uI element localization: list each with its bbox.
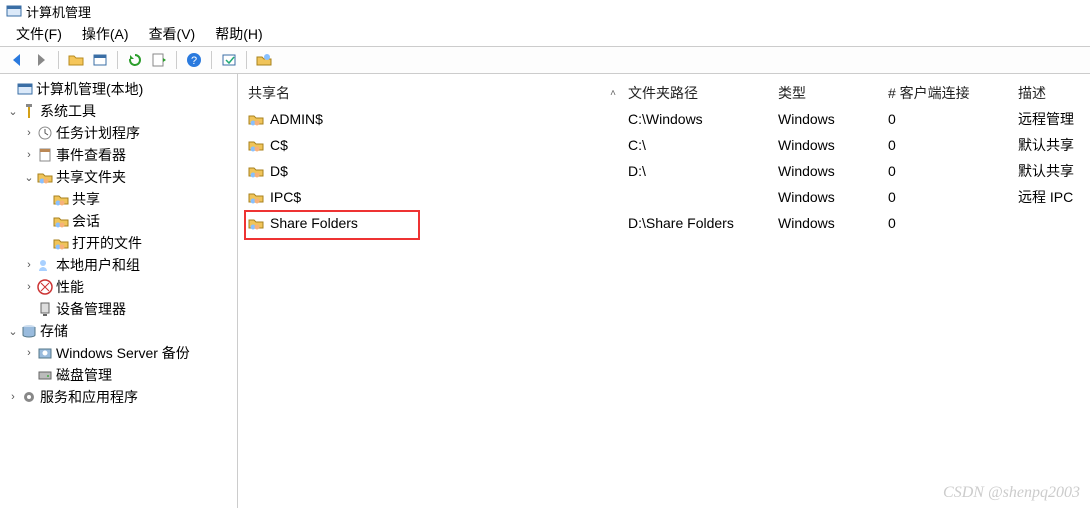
up-button[interactable] (65, 49, 87, 71)
tree-task-scheduler[interactable]: › 任务计划程序 (2, 122, 235, 144)
sessions-icon (52, 213, 70, 229)
new-window-button[interactable] (218, 49, 240, 71)
users-icon (36, 257, 54, 273)
tree-device-manager[interactable]: 设备管理器 (2, 298, 235, 320)
list-pane: 共享名˄ 文件夹路径 类型 # 客户端连接 描述 ADMIN$ C:\Windo… (238, 74, 1090, 508)
share-icon (248, 137, 266, 153)
event-icon (36, 147, 54, 163)
forward-button[interactable] (30, 49, 52, 71)
titlebar: 计算机管理 (0, 0, 1090, 22)
list-row[interactable]: D$ D:\ Windows 0 默认共享 (246, 158, 1082, 184)
tree-services-apps[interactable]: › 服务和应用程序 (2, 386, 235, 408)
properties-button[interactable] (89, 49, 111, 71)
share-icon (248, 189, 266, 205)
tools-icon (20, 103, 38, 119)
menu-view[interactable]: 查看(V) (139, 22, 206, 46)
tree-pane[interactable]: 计算机管理(本地) ⌄ 系统工具 › 任务计划程序 › 事件查看器 ⌄ 共享文件… (0, 74, 238, 508)
column-client-conn[interactable]: # 客户端连接 (886, 80, 1016, 106)
tree-shared-folders[interactable]: ⌄ 共享文件夹 (2, 166, 235, 188)
back-button[interactable] (6, 49, 28, 71)
shared-folders-icon (36, 169, 54, 185)
performance-icon (36, 279, 54, 295)
tree-local-users[interactable]: › 本地用户和组 (2, 254, 235, 276)
tree-ws-backup[interactable]: › Windows Server 备份 (2, 342, 235, 364)
menu-file[interactable]: 文件(F) (6, 22, 72, 46)
menu-help[interactable]: 帮助(H) (205, 22, 272, 46)
share-icon (248, 163, 266, 179)
expander-icon[interactable]: › (22, 281, 36, 293)
export-button[interactable] (148, 49, 170, 71)
column-share-name[interactable]: 共享名˄ (246, 80, 626, 106)
tree-root[interactable]: 计算机管理(本地) (2, 78, 235, 100)
disk-icon (36, 367, 54, 383)
separator (58, 51, 59, 69)
expander-icon[interactable]: ⌄ (22, 171, 36, 184)
workspace: 计算机管理(本地) ⌄ 系统工具 › 任务计划程序 › 事件查看器 ⌄ 共享文件… (0, 74, 1090, 508)
list-row[interactable]: IPC$ Windows 0 远程 IPC (246, 184, 1082, 210)
computer-icon (16, 81, 34, 97)
menubar: 文件(F) 操作(A) 查看(V) 帮助(H) (0, 22, 1090, 46)
separator (117, 51, 118, 69)
window-title: 计算机管理 (26, 2, 91, 21)
expander-icon[interactable]: › (22, 127, 36, 139)
column-type[interactable]: 类型 (776, 80, 886, 106)
watermark: CSDN @shenpq2003 (943, 484, 1080, 502)
tree-system-tools[interactable]: ⌄ 系统工具 (2, 100, 235, 122)
gear-icon (20, 389, 38, 405)
tree-sessions[interactable]: 会话 (2, 210, 235, 232)
toolbar (0, 46, 1090, 74)
sort-indicator-icon: ˄ (610, 88, 616, 99)
expander-icon[interactable]: ⌄ (6, 105, 20, 118)
app-icon (6, 3, 22, 19)
clock-icon (36, 125, 54, 141)
backup-icon (36, 345, 54, 361)
shares-icon (52, 191, 70, 207)
tree-disk-mgmt[interactable]: 磁盘管理 (2, 364, 235, 386)
tree-event-viewer[interactable]: › 事件查看器 (2, 144, 235, 166)
share-icon (248, 111, 266, 127)
separator (211, 51, 212, 69)
tree-open-files[interactable]: 打开的文件 (2, 232, 235, 254)
list-row[interactable]: ADMIN$ C:\Windows Windows 0 远程管理 (246, 106, 1082, 132)
column-description[interactable]: 描述 (1016, 80, 1090, 106)
refresh-button[interactable] (124, 49, 146, 71)
tree-performance[interactable]: › 性能 (2, 276, 235, 298)
new-share-button[interactable] (253, 49, 275, 71)
share-icon (248, 215, 266, 231)
tree-shares[interactable]: 共享 (2, 188, 235, 210)
tree-storage[interactable]: ⌄ 存储 (2, 320, 235, 342)
device-icon (36, 301, 54, 317)
expander-icon[interactable]: › (22, 347, 36, 359)
column-folder-path[interactable]: 文件夹路径 (626, 80, 776, 106)
list-header: 共享名˄ 文件夹路径 类型 # 客户端连接 描述 (246, 80, 1082, 106)
menu-action[interactable]: 操作(A) (72, 22, 139, 46)
list-row[interactable]: Share Folders D:\Share Folders Windows 0 (246, 210, 1082, 236)
help-button[interactable] (183, 49, 205, 71)
separator (246, 51, 247, 69)
separator (176, 51, 177, 69)
list-row[interactable]: C$ C:\ Windows 0 默认共享 (246, 132, 1082, 158)
expander-icon[interactable]: › (6, 391, 20, 403)
expander-icon[interactable]: ⌄ (6, 325, 20, 338)
expander-icon[interactable]: › (22, 259, 36, 271)
storage-icon (20, 323, 38, 339)
open-files-icon (52, 235, 70, 251)
expander-icon[interactable]: › (22, 149, 36, 161)
